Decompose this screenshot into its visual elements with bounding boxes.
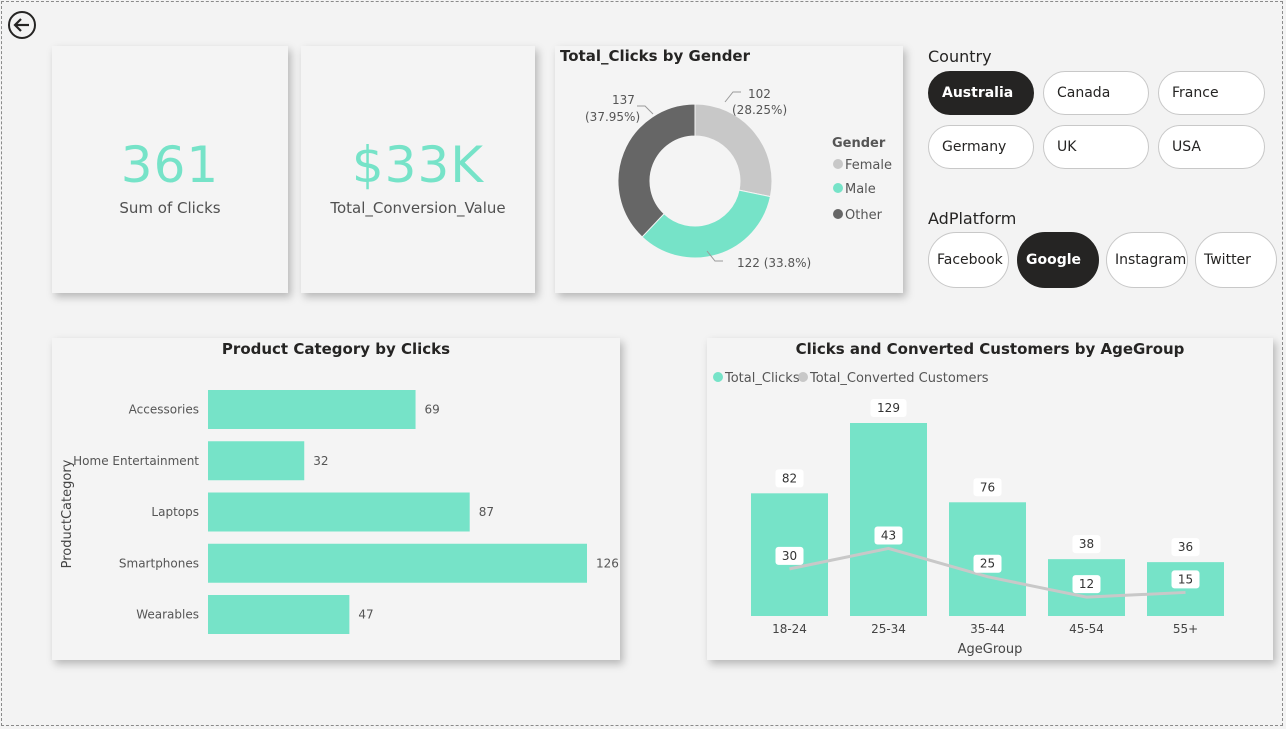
country-option-australia[interactable]: Australia xyxy=(928,71,1034,115)
kpi-label: Total_Conversion_Value xyxy=(330,199,506,217)
country-option-germany[interactable]: Germany xyxy=(928,125,1034,169)
category-tick-label: Smartphones xyxy=(119,556,199,570)
legend-item-other: Other xyxy=(845,208,883,223)
adplatform-option-twitter[interactable]: Twitter xyxy=(1195,232,1277,288)
converted-data-label: 25 xyxy=(980,557,995,571)
country-option-uk[interactable]: UK xyxy=(1043,125,1149,169)
kpi-label: Sum of Clicks xyxy=(119,199,221,217)
other-percent-label: (37.95%) xyxy=(585,110,640,124)
adplatform-slicer-title: AdPlatform xyxy=(928,209,1017,228)
donut-slice-female[interactable] xyxy=(694,103,773,198)
leader-line xyxy=(724,91,741,103)
bar-25-34[interactable] xyxy=(850,423,927,616)
adplatform-option-instagram[interactable]: Instagram xyxy=(1106,232,1188,288)
category-tick-label: Accessories xyxy=(129,403,199,417)
legend-item-total-clicks: Total_Clicks xyxy=(724,371,800,386)
y-axis-title: ProductCategory xyxy=(60,459,75,568)
other-value-label: 137 xyxy=(612,93,635,107)
legend-item-female: Female xyxy=(845,158,892,173)
bar-smartphones[interactable] xyxy=(208,543,587,583)
donut-svg: 102 (28.25%) 137 (37.95%) 122 (33.8%) Ge… xyxy=(585,87,892,270)
country-option-canada[interactable]: Canada xyxy=(1043,71,1149,115)
country-option-france[interactable]: France xyxy=(1158,71,1265,115)
clicks-data-label: 76 xyxy=(980,480,995,494)
x-axis-title: AgeGroup xyxy=(958,642,1023,657)
bar-accessories[interactable] xyxy=(208,390,416,429)
legend-title: Gender xyxy=(832,136,886,151)
male-data-label: 122 (33.8%) xyxy=(737,256,811,270)
converted-data-label: 43 xyxy=(881,528,896,542)
product-category-bar-chart[interactable]: Product Category by Clicks ProductCatego… xyxy=(52,338,620,660)
combo-svg: Total_Clicks Total_Converted Customers 8… xyxy=(713,371,1224,657)
arrow-left-circle-icon xyxy=(8,11,36,39)
legend-marker-male xyxy=(833,183,843,193)
category-tick-label: Laptops xyxy=(151,505,199,519)
kpi-value: 361 xyxy=(120,136,220,194)
legend-marker-converted xyxy=(798,372,808,382)
category-tick-label: Home Entertainment xyxy=(73,454,199,468)
country-option-usa[interactable]: USA xyxy=(1158,125,1265,169)
back-button[interactable] xyxy=(7,10,37,40)
legend-item-converted: Total_Converted Customers xyxy=(809,371,989,386)
clicks-data-label: 82 xyxy=(782,471,797,485)
legend-item-male: Male xyxy=(845,182,876,197)
clicks-data-label: 36 xyxy=(1178,540,1193,554)
clicks-data-label: 129 xyxy=(877,401,900,415)
bar-data-label: 126 xyxy=(596,556,619,570)
adplatform-option-facebook[interactable]: Facebook xyxy=(928,232,1009,288)
hbar-svg: ProductCategory Accessories 69 Home Entert… xyxy=(60,390,619,634)
gender-donut-chart[interactable]: Total_Clicks by Gender 102 (28.25%) 137 … xyxy=(555,46,903,293)
x-tick-label: 45-54 xyxy=(1069,622,1104,636)
female-value-label: 102 xyxy=(748,87,771,101)
donut-slice-male[interactable] xyxy=(641,189,771,259)
kpi-value: $33K xyxy=(351,136,485,194)
kpi-card-clicks[interactable]: 361 Sum of Clicks xyxy=(52,46,288,293)
clicks-data-label: 38 xyxy=(1079,537,1094,551)
x-tick-label: 18-24 xyxy=(772,622,807,636)
adplatform-option-google[interactable]: Google xyxy=(1017,232,1099,288)
x-tick-label: 35-44 xyxy=(970,622,1005,636)
legend-marker-female xyxy=(833,159,843,169)
bar-laptops[interactable] xyxy=(208,492,470,532)
bar-home-entertainment[interactable] xyxy=(208,441,305,481)
bar-data-label: 47 xyxy=(358,608,373,622)
agegroup-combo-chart[interactable]: Clicks and Converted Customers by AgeGro… xyxy=(707,338,1273,660)
country-slicer-title: Country xyxy=(928,47,992,66)
converted-data-label: 12 xyxy=(1079,577,1094,591)
bar-data-label: 69 xyxy=(425,403,440,417)
x-tick-label: 25-34 xyxy=(871,622,906,636)
converted-data-label: 15 xyxy=(1178,572,1193,586)
bar-data-label: 87 xyxy=(479,505,494,519)
legend-marker-total-clicks xyxy=(713,372,723,382)
bar-wearables[interactable] xyxy=(208,595,350,634)
converted-data-label: 30 xyxy=(782,549,797,563)
kpi-card-conversion-value[interactable]: $33K Total_Conversion_Value xyxy=(301,46,535,293)
x-tick-label: 55+ xyxy=(1173,622,1198,636)
legend-marker-other xyxy=(833,209,843,219)
bar-data-label: 32 xyxy=(313,454,328,468)
bar-55-plus[interactable] xyxy=(1147,562,1224,616)
category-tick-label: Wearables xyxy=(136,608,199,622)
female-percent-label: (28.25%) xyxy=(732,103,787,117)
